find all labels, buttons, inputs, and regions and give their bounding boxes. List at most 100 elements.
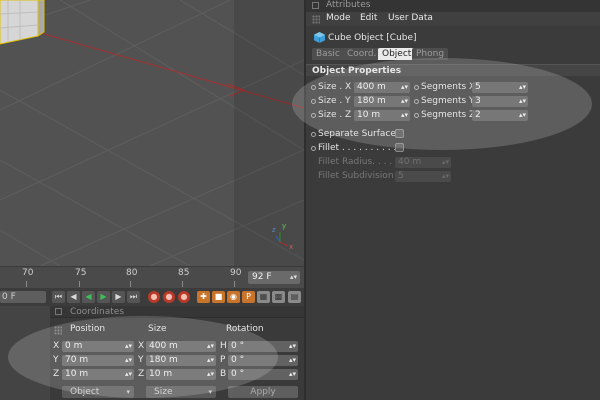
rotation-p-value: 0 ° bbox=[231, 355, 245, 365]
size-mode-dropdown[interactable]: Size ▾ bbox=[146, 386, 216, 398]
auto-key-icon[interactable]: ● bbox=[178, 291, 190, 303]
apply-button[interactable]: Apply bbox=[228, 386, 298, 398]
size-y-field[interactable]: 180 m ▴▾ bbox=[354, 96, 410, 107]
spinner-icon[interactable]: ▴▾ bbox=[125, 355, 132, 366]
size-x-field[interactable]: 400 m ▴▾ bbox=[354, 82, 410, 93]
start-frame-field[interactable]: 0 F bbox=[0, 291, 46, 303]
coordinates-manager: Coordinates Position Size Rotation X 0 m… bbox=[50, 306, 304, 400]
spinner-icon[interactable]: ▴▾ bbox=[290, 271, 297, 284]
current-frame-field[interactable]: 92 F ▴▾ bbox=[248, 271, 300, 284]
animate-dot-icon[interactable] bbox=[311, 99, 316, 104]
size-x-field[interactable]: 400 m ▴▾ bbox=[146, 341, 216, 352]
fillet-checkbox[interactable] bbox=[395, 143, 404, 152]
play-backward-icon[interactable]: ◀ bbox=[82, 291, 95, 303]
spinner-icon[interactable]: ▴▾ bbox=[125, 369, 132, 380]
position-z-value: 10 m bbox=[65, 369, 89, 379]
tick-label: 90 bbox=[230, 268, 242, 278]
segments-y-field[interactable]: 3 ▴▾ bbox=[472, 96, 528, 107]
param-key-icon[interactable]: P bbox=[242, 291, 255, 303]
record-key-icon[interactable]: ● bbox=[163, 291, 175, 303]
animate-dot-icon[interactable] bbox=[414, 113, 419, 118]
position-z-field[interactable]: 10 m ▴▾ bbox=[62, 369, 134, 380]
go-to-end-icon[interactable]: ⏭ bbox=[127, 291, 140, 303]
step-forward-icon[interactable]: ▶ bbox=[112, 291, 125, 303]
spinner-icon[interactable]: ▴▾ bbox=[401, 110, 408, 121]
spinner-icon[interactable]: ▴▾ bbox=[519, 110, 526, 121]
spinner-icon[interactable]: ▴▾ bbox=[519, 96, 526, 107]
animate-dot-icon[interactable] bbox=[414, 85, 419, 90]
segments-x-field[interactable]: 5 ▴▾ bbox=[472, 82, 528, 93]
spinner-icon[interactable]: ▴▾ bbox=[289, 369, 296, 380]
rotation-b-value: 0 ° bbox=[231, 369, 245, 379]
tick-label: 70 bbox=[22, 268, 34, 278]
coordinate-mode-dropdown[interactable]: Object ▾ bbox=[62, 386, 134, 398]
fillet-subdivision-field[interactable]: 5 ▴▾ bbox=[395, 171, 451, 182]
spinner-icon[interactable]: ▴▾ bbox=[207, 355, 214, 366]
rotation-b-field[interactable]: 0 ° ▴▾ bbox=[228, 369, 298, 380]
size-y-field[interactable]: 180 m ▴▾ bbox=[146, 355, 216, 366]
tick-label: 80 bbox=[126, 268, 138, 278]
scheme-icon[interactable]: ▤ bbox=[288, 291, 301, 303]
rotation-h-field[interactable]: 0 ° ▴▾ bbox=[228, 341, 298, 352]
rotate-key-icon[interactable]: ◉ bbox=[227, 291, 240, 303]
tab-phong[interactable]: Phong bbox=[412, 48, 449, 60]
timeline-ruler[interactable]: 70 75 80 85 90 bbox=[0, 267, 242, 289]
spinner-icon[interactable]: ▴▾ bbox=[442, 171, 449, 182]
point-key-icon[interactable]: ▩ bbox=[272, 291, 285, 303]
spinner-icon[interactable]: ▴▾ bbox=[207, 369, 214, 380]
spinner-icon[interactable]: ▴▾ bbox=[207, 341, 214, 352]
separate-surfaces-label: Separate Surfaces bbox=[318, 129, 401, 139]
grip-icon[interactable] bbox=[54, 326, 62, 335]
step-back-icon[interactable]: ◀ bbox=[67, 291, 80, 303]
position-y-field[interactable]: 70 m ▴▾ bbox=[62, 355, 134, 366]
segments-y-label: Segments Y bbox=[421, 96, 475, 106]
play-forward-icon[interactable]: ▶ bbox=[97, 291, 110, 303]
menu-edit[interactable]: Edit bbox=[360, 13, 377, 23]
rotation-header: Rotation bbox=[226, 324, 264, 334]
spinner-icon[interactable]: ▴▾ bbox=[519, 82, 526, 93]
move-key-icon[interactable]: ✚ bbox=[197, 291, 210, 303]
panel-toggle-icon[interactable] bbox=[55, 308, 62, 315]
animate-dot-icon[interactable] bbox=[311, 85, 316, 90]
viewport[interactable]: z x y bbox=[0, 0, 304, 266]
animate-dot-icon[interactable] bbox=[311, 132, 316, 137]
grip-icon[interactable] bbox=[312, 15, 320, 24]
fillet-radius-field[interactable]: 40 m ▴▾ bbox=[395, 157, 451, 168]
spinner-icon[interactable]: ▴▾ bbox=[442, 157, 449, 168]
spinner-icon[interactable]: ▴▾ bbox=[401, 96, 408, 107]
cube-object[interactable] bbox=[0, 0, 45, 45]
size-z-field[interactable]: 10 m ▴▾ bbox=[354, 110, 410, 121]
spinner-icon[interactable]: ▴▾ bbox=[289, 355, 296, 366]
separate-surfaces-checkbox[interactable] bbox=[395, 129, 404, 138]
pla-key-icon[interactable]: ▦ bbox=[257, 291, 270, 303]
size-z-value: 10 m bbox=[357, 110, 381, 120]
position-x-field[interactable]: 0 m ▴▾ bbox=[62, 341, 134, 352]
go-to-start-icon[interactable]: ⏮ bbox=[52, 291, 65, 303]
cube-icon bbox=[314, 32, 325, 43]
rotation-p-field[interactable]: 0 ° ▴▾ bbox=[228, 355, 298, 366]
scale-key-icon[interactable]: ■ bbox=[212, 291, 225, 303]
timeline[interactable]: 70 75 80 85 90 92 F ▴▾ bbox=[0, 266, 304, 288]
tab-object[interactable]: Object bbox=[378, 48, 416, 60]
spinner-icon[interactable]: ▴▾ bbox=[401, 82, 408, 93]
size-x-value: 400 m bbox=[357, 82, 386, 92]
spinner-icon[interactable]: ▴▾ bbox=[289, 341, 296, 352]
animate-dot-icon[interactable] bbox=[414, 99, 419, 104]
coordinate-mode-value: Object bbox=[70, 387, 100, 397]
segments-z-field[interactable]: 2 ▴▾ bbox=[472, 110, 528, 121]
transport-bar: 0 F ⏮ ◀ ◀ ▶ ▶ ⏭ ● ● ● ✚ ■ ◉ P ▦ ▩ ▤ bbox=[0, 288, 304, 306]
spinner-icon[interactable]: ▴▾ bbox=[125, 341, 132, 352]
object-properties-header[interactable]: Object Properties bbox=[306, 64, 600, 76]
animate-dot-icon[interactable] bbox=[311, 113, 316, 118]
size-z-field[interactable]: 10 m ▴▾ bbox=[146, 369, 216, 380]
coordinates-titlebar: Coordinates bbox=[50, 306, 304, 318]
menu-mode[interactable]: Mode bbox=[326, 13, 351, 23]
size-z-value: 10 m bbox=[149, 369, 173, 379]
tab-basic[interactable]: Basic bbox=[312, 48, 344, 60]
menu-user-data[interactable]: User Data bbox=[388, 13, 433, 23]
animate-dot-icon[interactable] bbox=[311, 146, 316, 151]
record-icon[interactable]: ● bbox=[148, 291, 160, 303]
fillet-radius-value: 40 m bbox=[398, 157, 422, 167]
panel-toggle-icon[interactable] bbox=[312, 2, 319, 9]
tab-coord[interactable]: Coord. bbox=[343, 48, 381, 60]
